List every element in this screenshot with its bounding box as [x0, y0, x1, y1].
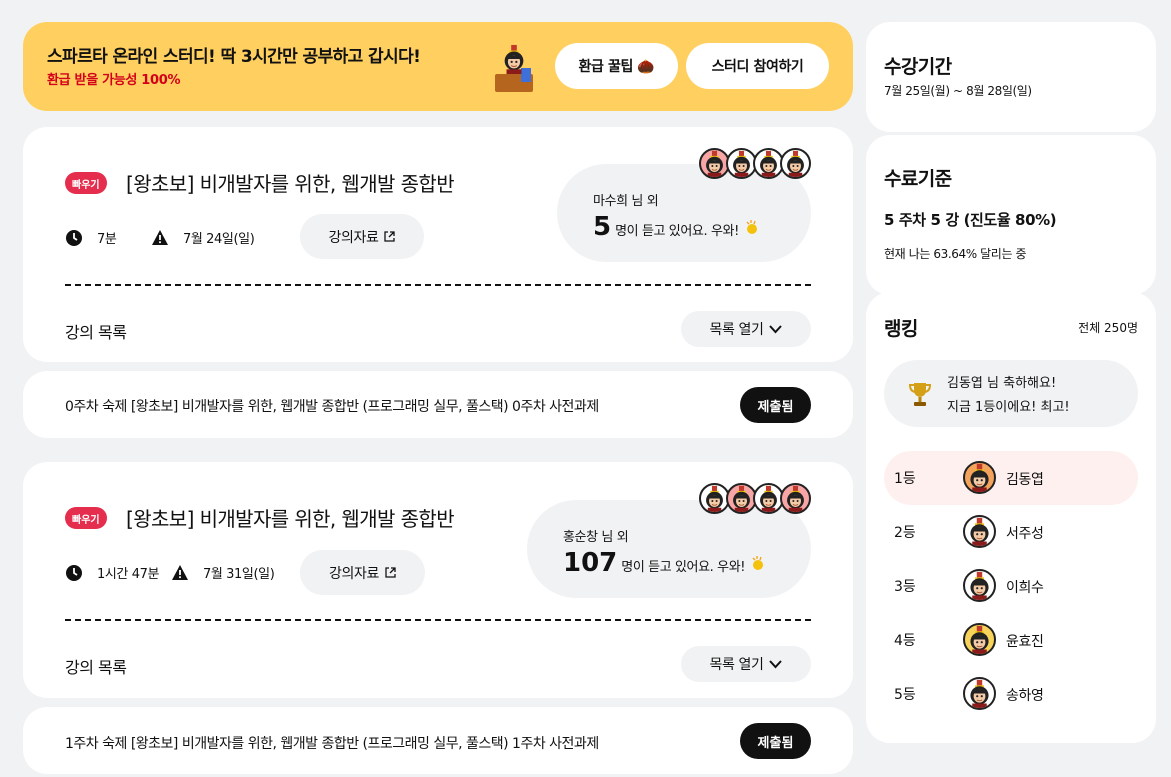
course-duration: 1시간 47분 — [65, 563, 159, 582]
divider — [65, 284, 811, 286]
congrats-line2: 지금 1등이에요! 최고! — [947, 400, 1070, 415]
lecture-list-label: 강의 목록 — [65, 323, 127, 342]
congrats-line1: 김동엽 님 축하해요! — [947, 376, 1057, 391]
course-tag: 빠우기 — [65, 507, 107, 529]
ranking-row[interactable]: 5등 송하영 — [884, 667, 1138, 721]
course-duration: 7분 — [65, 228, 117, 247]
materials-label: 강의자료 — [329, 565, 379, 582]
open-list-button[interactable]: 목록 열기 — [681, 646, 811, 682]
clock-icon — [66, 229, 82, 246]
listener-text: 명이 듣고 있어요. 우와! — [615, 224, 739, 239]
course-card: 빠우기 [왕초보] 비개발자를 위한, 웹개발 종합반 1시간 47분 7월 3… — [23, 462, 853, 698]
duration-text: 7분 — [97, 232, 117, 247]
banner-subtitle: 환급 받을 가능성 100% — [47, 73, 181, 88]
ranking-row[interactable]: 2등 서주성 — [884, 505, 1138, 559]
listener-count: 5 — [593, 212, 612, 242]
submitted-button[interactable]: 제출됨 — [740, 723, 811, 759]
course-materials-button[interactable]: 강의자료 — [300, 214, 424, 259]
avatar — [780, 483, 811, 514]
period-dates: 7월 25일(월) ~ 8월 28일(일) — [884, 84, 1032, 98]
listener-text: 명이 듣고 있어요. 우와! — [621, 560, 746, 575]
course-period-card: 수강기간 7월 25일(월) ~ 8월 28일(일) — [866, 22, 1156, 132]
clap-icon — [746, 220, 757, 234]
avatar — [963, 461, 996, 494]
listener-count: 107 — [563, 548, 618, 578]
rank-number: 4등 — [894, 633, 916, 649]
course-title[interactable]: [왕초보] 비개발자를 위한, 웹개발 종합반 — [126, 503, 455, 532]
listener-name: 홍순창 님 외 — [563, 530, 629, 545]
deadline-text: 7월 31일(일) — [203, 567, 275, 582]
deadline-text: 7월 24일(일) — [183, 232, 255, 247]
clock-icon — [66, 564, 82, 581]
ranking-total: 전체 250명 — [1078, 321, 1138, 335]
rank-number: 5등 — [894, 687, 916, 703]
open-list-label: 목록 열기 — [709, 657, 764, 673]
course-deadline: 7월 24일(일) — [151, 228, 255, 247]
warning-icon — [152, 229, 168, 245]
rank-number: 2등 — [894, 525, 916, 541]
rank-name: 윤효진 — [1006, 634, 1044, 650]
ranking-row[interactable]: 4등 윤효진 — [884, 613, 1138, 667]
congrats-box: 김동엽 님 축하해요! 지금 1등이에요! 최고! — [884, 360, 1138, 427]
rank-name: 서주성 — [1006, 526, 1044, 542]
ranking-title: 랭킹 — [884, 318, 918, 340]
study-banner: 스파르타 온라인 스터디! 딱 3시간만 공부하고 갑시다! 환급 받을 가능성… — [23, 22, 853, 111]
trophy-icon — [908, 383, 932, 406]
rank-name: 송하영 — [1006, 688, 1044, 704]
homework-title[interactable]: 1주차 숙제 [왕초보] 비개발자를 위한, 웹개발 종합반 (프로그래밍 실무… — [65, 733, 599, 753]
warning-icon — [172, 564, 188, 580]
refund-tip-button[interactable]: 환급 꿀팁 🌰 — [555, 43, 678, 89]
course-card: 빠우기 [왕초보] 비개발자를 위한, 웹개발 종합반 7분 7월 24일(일)… — [23, 127, 853, 362]
rank-number: 3등 — [894, 579, 916, 595]
chevron-down-icon — [769, 659, 783, 668]
completion-progress: 현재 나는 63.64% 달리는 중 — [884, 247, 1027, 261]
chevron-down-icon — [769, 324, 783, 333]
course-materials-button[interactable]: 강의자료 — [300, 550, 425, 595]
external-link-icon — [385, 567, 396, 578]
listener-avatars — [699, 483, 811, 514]
ranking-card: 랭킹 전체 250명 김동엽 님 축하해요! 지금 1등이에요! 최고! 1등 … — [866, 292, 1156, 743]
external-link-icon — [384, 231, 396, 242]
rank-name: 김동엽 — [1006, 472, 1044, 488]
open-list-label: 목록 열기 — [709, 322, 764, 338]
course-title[interactable]: [왕초보] 비개발자를 위한, 웹개발 종합반 — [126, 168, 455, 197]
join-study-button[interactable]: 스터디 참여하기 — [686, 43, 829, 89]
materials-label: 강의자료 — [328, 229, 379, 246]
homework-title[interactable]: 0주차 숙제 [왕초보] 비개발자를 위한, 웹개발 종합반 (프로그래밍 실무… — [65, 396, 599, 416]
completion-title: 수료기준 — [884, 168, 952, 190]
listener-box: 홍순창 님 외 107 명이 듣고 있어요. 우와! — [527, 500, 811, 598]
avatar — [780, 148, 811, 179]
avatar — [963, 515, 996, 548]
homework-card: 1주차 숙제 [왕초보] 비개발자를 위한, 웹개발 종합반 (프로그래밍 실무… — [23, 707, 853, 774]
ranking-row[interactable]: 3등 이희수 — [884, 559, 1138, 613]
homework-card: 0주차 숙제 [왕초보] 비개발자를 위한, 웹개발 종합반 (프로그래밍 실무… — [23, 371, 853, 438]
rank-name: 이희수 — [1006, 580, 1044, 596]
open-list-button[interactable]: 목록 열기 — [681, 311, 811, 347]
listener-name: 마수희 님 외 — [593, 194, 659, 209]
clap-icon — [752, 556, 764, 570]
divider — [65, 619, 811, 621]
avatar — [963, 623, 996, 656]
listener-avatars — [699, 148, 811, 179]
avatar — [963, 569, 996, 602]
completion-criteria: 5 주차 5 강 (진도율 80%) — [884, 211, 1057, 229]
avatar — [963, 677, 996, 710]
lecture-list-label: 강의 목록 — [65, 658, 127, 677]
period-title: 수강기간 — [884, 56, 952, 78]
submitted-button[interactable]: 제출됨 — [740, 387, 811, 423]
course-deadline: 7월 31일(일) — [171, 563, 275, 582]
ranking-row[interactable]: 1등 김동엽 — [884, 451, 1138, 505]
course-tag: 빠우기 — [65, 172, 107, 194]
completion-card: 수료기준 5 주차 5 강 (진도율 80%) 현재 나는 63.64% 달리는… — [866, 135, 1156, 295]
duration-text: 1시간 47분 — [97, 567, 160, 582]
banner-title: 스파르타 온라인 스터디! 딱 3시간만 공부하고 갑시다! — [47, 47, 421, 67]
spartan-mascot-icon — [495, 44, 533, 92]
rank-number: 1등 — [894, 471, 916, 487]
